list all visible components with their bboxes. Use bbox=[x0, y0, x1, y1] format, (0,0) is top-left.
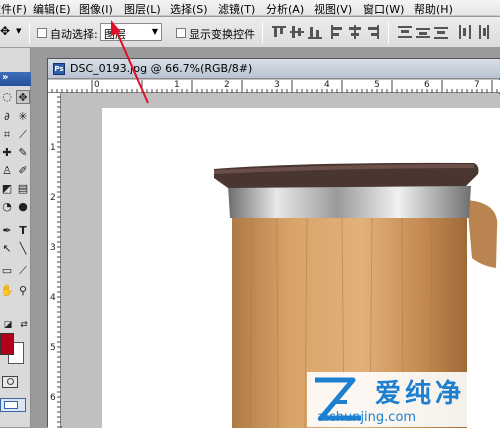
dodge-tool-icon[interactable]: ● bbox=[16, 200, 30, 214]
align-left-icon[interactable] bbox=[330, 25, 344, 39]
slice-tool-icon[interactable]: ⟋ bbox=[16, 128, 30, 142]
gradient-tool-icon[interactable]: ▤ bbox=[16, 182, 30, 196]
swap-colors-icon[interactable]: ⇄ bbox=[17, 318, 31, 332]
move-tool-icon[interactable]: ✥ bbox=[0, 24, 10, 38]
crop-tool-icon[interactable]: ⌗ bbox=[0, 128, 14, 142]
menu-file[interactable]: 文件(F) bbox=[0, 1, 27, 17]
screen-mode-icon[interactable] bbox=[0, 398, 26, 412]
vertical-ruler[interactable]: 1 2 3 4 5 6 bbox=[48, 93, 61, 428]
photoshop-document-icon: Ps bbox=[53, 63, 65, 75]
separator bbox=[262, 22, 263, 43]
distribute-vcenter-icon[interactable] bbox=[416, 25, 430, 39]
notes-tool-icon[interactable]: ▭ bbox=[0, 264, 14, 278]
distribute-top-icon[interactable] bbox=[398, 25, 412, 39]
menu-select[interactable]: 选择(S) bbox=[170, 1, 208, 17]
tool-preset-chevron-icon[interactable]: ▼ bbox=[16, 27, 21, 35]
tools-panel-grip-icon: » bbox=[2, 72, 9, 83]
show-transform-checkbox[interactable] bbox=[176, 28, 186, 38]
blur-tool-icon[interactable]: ◔ bbox=[0, 200, 14, 214]
document-title-bar[interactable]: Ps DSC_0193.jpg @ 66.7%(RGB/8#) bbox=[48, 59, 500, 79]
document-title: DSC_0193.jpg @ 66.7%(RGB/8#) bbox=[70, 62, 253, 75]
brush-tool-icon[interactable]: ✎ bbox=[16, 146, 30, 160]
menu-edit[interactable]: 编辑(E) bbox=[33, 1, 71, 17]
hand-tool-icon[interactable]: ✋ bbox=[0, 284, 14, 298]
tools-panel-header: » bbox=[0, 72, 31, 86]
menu-view[interactable]: 视图(V) bbox=[314, 1, 352, 17]
default-colors-icon[interactable]: ◪ bbox=[1, 318, 15, 332]
marquee-tool-icon[interactable]: ◌ bbox=[0, 90, 14, 104]
separator bbox=[29, 22, 30, 43]
menu-window[interactable]: 窗口(W) bbox=[363, 1, 404, 17]
path-selection-tool-icon[interactable]: ↖ bbox=[0, 242, 14, 256]
options-bar: ✥ ▼ 自动选择: 图层 ▼ 显示变换控件 bbox=[0, 17, 500, 48]
menu-help[interactable]: 帮助(H) bbox=[414, 1, 453, 17]
clone-stamp-tool-icon[interactable]: ♙ bbox=[0, 164, 14, 178]
chevron-down-icon: ▼ bbox=[151, 27, 158, 36]
menu-layer[interactable]: 图层(L) bbox=[124, 1, 161, 17]
quick-mask-icon[interactable] bbox=[2, 376, 18, 388]
menu-analysis[interactable]: 分析(A) bbox=[266, 1, 304, 17]
menu-filter[interactable]: 滤镜(T) bbox=[218, 1, 255, 17]
auto-select-value: 图层 bbox=[104, 28, 126, 41]
move-tool-icon[interactable]: ✥ bbox=[16, 90, 30, 104]
menu-bar: 文件(F) 编辑(E) 图像(I) 图层(L) 选择(S) 滤镜(T) 分析(A… bbox=[0, 0, 500, 16]
align-bottom-icon[interactable] bbox=[308, 25, 322, 39]
watermark-url: aichunjing.com bbox=[317, 410, 417, 425]
align-right-icon[interactable] bbox=[366, 25, 380, 39]
ruler-ticks bbox=[51, 80, 498, 93]
align-top-icon[interactable] bbox=[272, 25, 286, 39]
history-brush-tool-icon[interactable]: ✐ bbox=[16, 164, 30, 178]
auto-select-dropdown[interactable]: 图层 ▼ bbox=[100, 23, 162, 41]
healing-brush-tool-icon[interactable]: ✚ bbox=[0, 146, 14, 160]
menu-image[interactable]: 图像(I) bbox=[79, 1, 113, 17]
mug-handle bbox=[467, 200, 498, 268]
pen-tool-icon[interactable]: ✒ bbox=[0, 224, 14, 238]
watermark-name: 爱纯净 bbox=[375, 379, 466, 409]
eyedropper-tool-icon[interactable]: ⟋ bbox=[16, 264, 30, 278]
line-tool-icon[interactable]: ╲ bbox=[16, 242, 30, 256]
watermark: 爱纯净 aichunjing.com bbox=[307, 372, 500, 427]
steel-rim bbox=[228, 186, 471, 218]
horizontal-ruler[interactable]: 0 1 2 3 4 5 6 7 bbox=[48, 80, 500, 93]
lasso-tool-icon[interactable]: ∂ bbox=[0, 110, 14, 124]
separator bbox=[388, 22, 389, 43]
show-transform-label: 显示变换控件 bbox=[189, 28, 255, 41]
align-vcenter-icon[interactable] bbox=[290, 25, 304, 39]
magic-wand-tool-icon[interactable]: ✳ bbox=[16, 110, 30, 124]
auto-select-checkbox[interactable] bbox=[37, 28, 47, 38]
eraser-tool-icon[interactable]: ◩ bbox=[0, 182, 14, 196]
zoom-tool-icon[interactable]: ⚲ bbox=[16, 284, 30, 298]
type-tool-icon[interactable]: T bbox=[16, 224, 30, 238]
foreground-color-swatch[interactable] bbox=[0, 333, 14, 355]
ruler-ticks bbox=[57, 96, 61, 428]
align-hcenter-icon[interactable] bbox=[348, 25, 362, 39]
auto-select-label: 自动选择: bbox=[50, 28, 98, 41]
distribute-hcenter-icon[interactable] bbox=[476, 25, 490, 39]
distribute-left-icon[interactable] bbox=[458, 25, 472, 39]
distribute-bottom-icon[interactable] bbox=[434, 25, 448, 39]
